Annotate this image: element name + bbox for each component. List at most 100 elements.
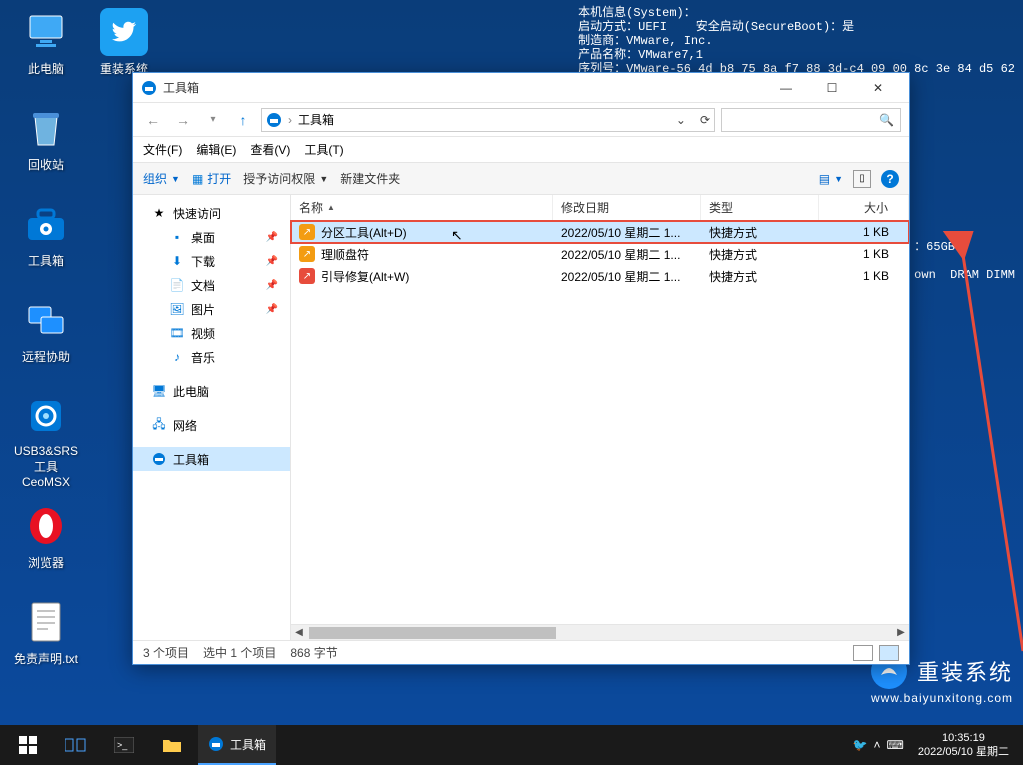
file-name: 理顺盘符	[321, 246, 369, 263]
system-tray: 🐦 ˄ ⌨ 10:35:19 2022/05/10 星期二	[853, 731, 1017, 759]
col-size[interactable]: 大小	[819, 195, 909, 220]
titlebar: 工具箱 ― ☐ ✕	[133, 73, 909, 103]
file-row[interactable]: ↗理顺盘符2022/05/10 星期二 1...快捷方式1 KB	[291, 243, 909, 265]
col-date[interactable]: 修改日期	[553, 195, 701, 220]
sidebar-downloads[interactable]: ⬇下载📌	[133, 249, 290, 273]
preview-pane-button[interactable]: ▯	[853, 170, 871, 188]
label: 回收站	[10, 156, 82, 173]
explorer-window: 工具箱 ― ☐ ✕ ← → ▾ ↑ › 工具箱 ⌄ ⟳ 🔍 文件(F) 编辑(E…	[132, 72, 910, 665]
toolbar-grant[interactable]: 授予访问权限 ▼	[243, 170, 328, 187]
task-label: 工具箱	[230, 736, 266, 753]
tray-keyboard-icon[interactable]: ⌨	[887, 738, 904, 752]
menubar: 文件(F) 编辑(E) 查看(V) 工具(T)	[133, 137, 909, 163]
terminal-button[interactable]: >_	[102, 725, 146, 765]
desktop-icon-reinstall[interactable]: 重装系统	[88, 8, 160, 77]
desktop-icon-usb3[interactable]: USB3&SRS 工具CeoMSX	[10, 392, 82, 489]
desktop-icon-browser[interactable]: 浏览器	[10, 502, 82, 571]
up-button[interactable]: ↑	[231, 108, 255, 132]
bin-icon	[27, 107, 65, 149]
close-button[interactable]: ✕	[855, 73, 901, 103]
taskbar: >_ 工具箱 🐦 ˄ ⌨ 10:35:19 2022/05/10 星期二	[0, 725, 1023, 765]
pin-icon: 📌	[266, 280, 278, 291]
sidebar-toolbox[interactable]: 工具箱	[133, 447, 290, 471]
view-mode-button[interactable]: ▤ ▼	[819, 172, 843, 186]
minimize-button[interactable]: ―	[763, 73, 809, 103]
menu-edit[interactable]: 编辑(E)	[196, 141, 236, 158]
label: 浏览器	[10, 554, 82, 571]
status-bar: 3 个项目 选中 1 个项目 868 字节	[133, 640, 909, 664]
label: 远程协助	[10, 348, 82, 365]
clock-date: 2022/05/10 星期二	[918, 745, 1009, 759]
start-button[interactable]	[6, 725, 50, 765]
desktop-icon-this-pc[interactable]: 此电脑	[10, 8, 82, 77]
file-row[interactable]: ↗引导修复(Alt+W)2022/05/10 星期二 1...快捷方式1 KB	[291, 265, 909, 287]
column-headers: 名称▲ 修改日期 类型 大小	[291, 195, 909, 221]
pc-icon	[26, 14, 66, 50]
label: 工具箱	[10, 252, 82, 269]
system-info-extra: ：65GB own DRAM DIMM	[914, 240, 1015, 282]
sidebar-network[interactable]: 🖧网络	[133, 413, 290, 437]
windows-icon	[19, 736, 37, 754]
col-name[interactable]: 名称▲	[291, 195, 553, 220]
svg-text:>_: >_	[117, 740, 128, 750]
status-bytes: 868 字节	[290, 644, 337, 661]
sidebar-pictures[interactable]: 🖼图片📌	[133, 297, 290, 321]
usb-icon	[25, 395, 67, 437]
file-date: 2022/05/10 星期二 1...	[553, 265, 701, 287]
scroll-right[interactable]: ▶	[893, 627, 909, 638]
pin-icon: 📌	[266, 256, 278, 267]
desktop-icon-toolbox[interactable]: 工具箱	[10, 200, 82, 269]
back-button[interactable]: ←	[141, 108, 165, 132]
file-row[interactable]: ↗分区工具(Alt+D)↖2022/05/10 星期二 1...快捷方式1 KB	[291, 221, 909, 243]
explorer-button[interactable]	[150, 725, 194, 765]
remote-icon	[25, 301, 67, 339]
shortcut-icon: ↗	[299, 224, 315, 240]
file-name: 分区工具(Alt+D)	[321, 224, 407, 241]
maximize-button[interactable]: ☐	[809, 73, 855, 103]
sidebar-this-pc[interactable]: 🖥此电脑	[133, 379, 290, 403]
sidebar-documents[interactable]: 📄文档📌	[133, 273, 290, 297]
toolbar-organize[interactable]: 组织 ▼	[143, 170, 180, 187]
status-selected: 选中 1 个项目	[203, 644, 276, 661]
refresh-button[interactable]: ⟳	[700, 113, 710, 127]
address-bar[interactable]: › 工具箱 ⌄ ⟳	[261, 108, 715, 132]
menu-tools[interactable]: 工具(T)	[304, 141, 343, 158]
label: 免责声明.txt	[10, 650, 82, 667]
scroll-thumb[interactable]	[309, 627, 556, 639]
folder-icon	[162, 737, 182, 753]
details-view-button[interactable]	[853, 645, 873, 661]
scroll-left[interactable]: ◀	[291, 627, 307, 638]
taskview-button[interactable]	[54, 725, 98, 765]
recent-button[interactable]: ▾	[201, 108, 225, 132]
search-icon: 🔍	[879, 113, 894, 127]
search-box[interactable]: 🔍	[721, 108, 901, 132]
menu-file[interactable]: 文件(F)	[143, 141, 182, 158]
file-list: 名称▲ 修改日期 类型 大小 ↗分区工具(Alt+D)↖2022/05/10 星…	[291, 195, 909, 640]
window-title: 工具箱	[163, 79, 199, 96]
sidebar-desktop[interactable]: ▪桌面📌	[133, 225, 290, 249]
file-size: 1 KB	[819, 221, 909, 243]
address-dropdown[interactable]: ⌄	[676, 113, 686, 127]
menu-view[interactable]: 查看(V)	[250, 141, 290, 158]
col-type[interactable]: 类型	[701, 195, 819, 220]
file-type: 快捷方式	[701, 265, 819, 287]
file-size: 1 KB	[819, 243, 909, 265]
desktop-icon-remote[interactable]: 远程协助	[10, 296, 82, 365]
horizontal-scrollbar[interactable]: ◀ ▶	[291, 624, 909, 640]
sidebar-quick-access[interactable]: ★快速访问	[133, 201, 290, 225]
desktop-icon-recycle[interactable]: 回收站	[10, 104, 82, 173]
tray-chevron-icon[interactable]: ˄	[874, 738, 881, 752]
forward-button[interactable]: →	[171, 108, 195, 132]
task-toolbox[interactable]: 工具箱	[198, 725, 276, 765]
toolbox-crumb-icon	[266, 112, 282, 128]
toolbar-newfolder[interactable]: 新建文件夹	[340, 170, 400, 187]
icons-view-button[interactable]	[879, 645, 899, 661]
taskbar-clock[interactable]: 10:35:19 2022/05/10 星期二	[910, 731, 1017, 759]
help-button[interactable]: ?	[881, 170, 899, 188]
toolbar-open[interactable]: ▦ 打开	[192, 170, 231, 187]
tray-bird-icon[interactable]: 🐦	[853, 738, 868, 752]
desktop-icon-disclaimer[interactable]: 免责声明.txt	[10, 598, 82, 667]
sidebar-videos[interactable]: 🎞视频	[133, 321, 290, 345]
clock-time: 10:35:19	[918, 731, 1009, 745]
sidebar-music[interactable]: ♪音乐	[133, 345, 290, 369]
